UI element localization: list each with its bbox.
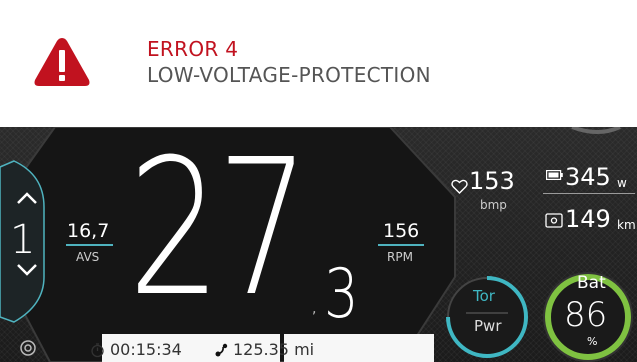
power-value: 345 bbox=[565, 163, 611, 191]
error-message: LOW-VOLTAGE-PROTECTION bbox=[147, 63, 431, 87]
range-value: 149 bbox=[565, 205, 611, 233]
battery-value: 86 bbox=[564, 295, 608, 335]
battery-icon bbox=[546, 170, 563, 180]
trip-distance: 125.35 mi bbox=[233, 340, 315, 359]
avs-label: AVS bbox=[76, 250, 100, 264]
chevron-up-icon[interactable] bbox=[16, 190, 38, 206]
range-icon bbox=[545, 213, 563, 228]
mode-torque-label[interactable]: Tor bbox=[473, 289, 495, 304]
heart-rate-unit: bmp bbox=[480, 198, 507, 212]
gear-level: 1 bbox=[10, 217, 36, 263]
avs-value: 16,7 bbox=[67, 220, 110, 242]
range-unit: km bbox=[617, 218, 636, 232]
rpm-divider bbox=[378, 244, 424, 246]
avs-divider bbox=[66, 244, 113, 246]
speed-separator: , bbox=[312, 301, 317, 317]
speed-integer: 27 bbox=[128, 127, 310, 338]
warning-triangle-icon bbox=[34, 38, 90, 86]
heart-rate-value: 153 bbox=[469, 167, 515, 195]
power-unit: w bbox=[617, 176, 627, 190]
battery-label: Bat bbox=[577, 273, 606, 293]
trip-time: 00:15:34 bbox=[110, 340, 182, 359]
route-icon bbox=[215, 343, 228, 357]
power-divider bbox=[543, 193, 635, 194]
heart-icon bbox=[451, 179, 468, 194]
rpm-label: RPM bbox=[387, 250, 413, 264]
error-banner: ERROR 4 LOW-VOLTAGE-PROTECTION bbox=[0, 0, 637, 127]
menu-target-icon[interactable] bbox=[20, 340, 36, 356]
mode-power-label[interactable]: Pwr bbox=[474, 319, 501, 334]
speed-decimal: 3 bbox=[324, 255, 359, 334]
error-code: ERROR 4 bbox=[147, 37, 239, 61]
stopwatch-icon bbox=[91, 343, 104, 358]
battery-unit: % bbox=[587, 335, 598, 348]
rpm-value: 156 bbox=[383, 220, 420, 242]
dashboard: 1 16,7 AVS 27 , 3 156 RPM 00:15:34 125.3… bbox=[0, 127, 637, 362]
chevron-down-icon[interactable] bbox=[16, 262, 38, 278]
